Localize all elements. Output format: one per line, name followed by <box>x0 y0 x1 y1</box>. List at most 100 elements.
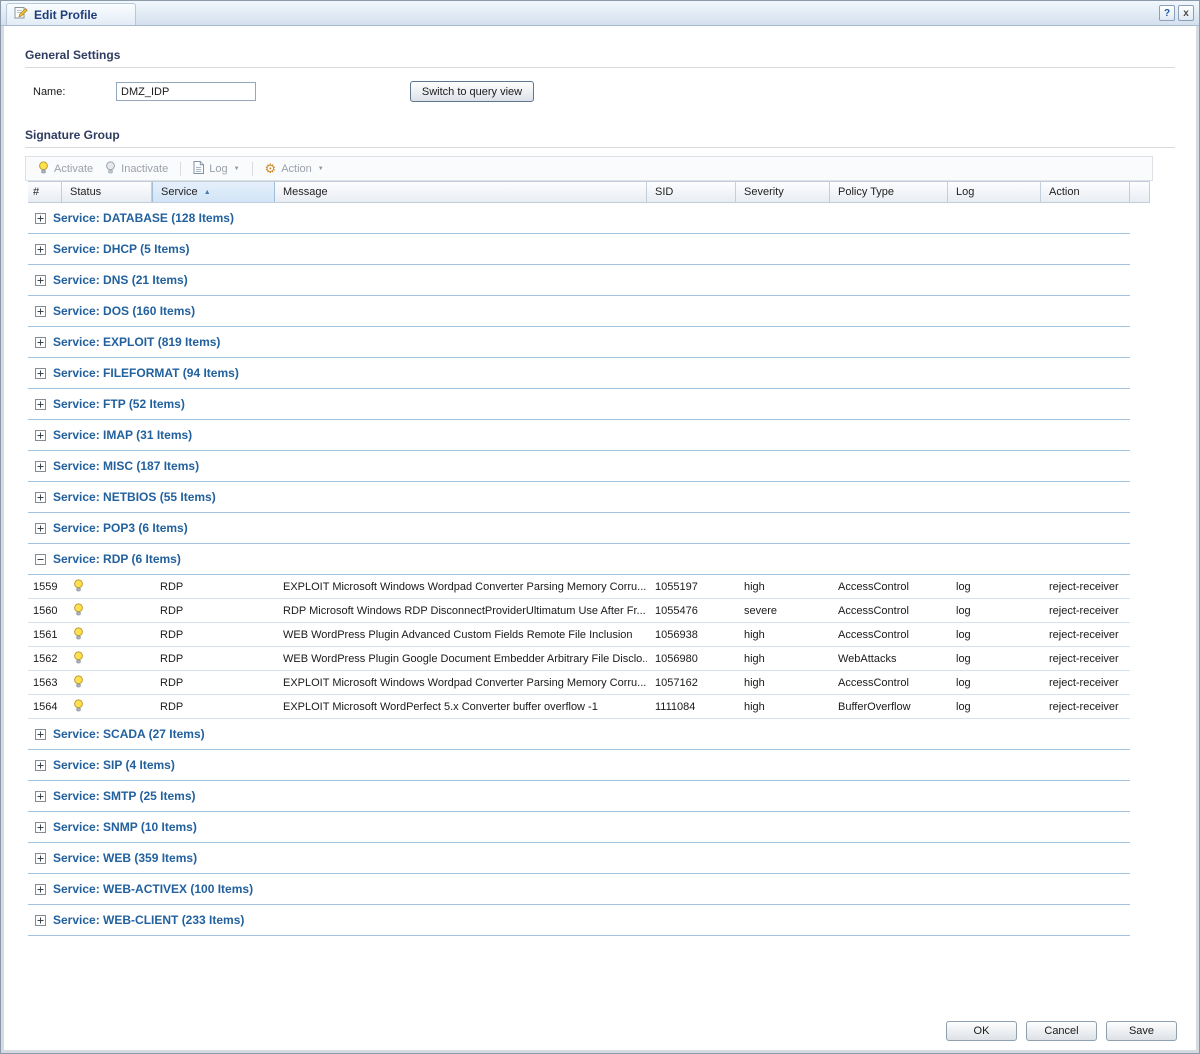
cell-message: RDP Microsoft Windows RDP DisconnectProv… <box>283 604 646 617</box>
close-button[interactable]: x <box>1178 5 1194 21</box>
column-header-sid[interactable]: SID <box>647 182 736 202</box>
dropdown-caret-icon: ▼ <box>233 165 240 172</box>
group-label: Service: SNMP (10 Items) <box>53 820 197 834</box>
group-label: Service: MISC (187 Items) <box>53 459 200 473</box>
expand-icon[interactable] <box>35 305 46 317</box>
expand-icon[interactable] <box>35 336 46 348</box>
column-header-action[interactable]: Action <box>1041 182 1130 202</box>
help-button[interactable]: ? <box>1159 5 1175 21</box>
signature-group-row[interactable]: Service: SCADA (27 Items) <box>28 719 1130 750</box>
column-label: # <box>33 186 40 198</box>
signature-row[interactable]: 1562 RDP WEB WordPress Plugin Google Docum… <box>28 647 1130 671</box>
expand-icon[interactable] <box>35 274 46 286</box>
header-scrollbar-spacer <box>1130 182 1150 202</box>
cell-number: 1562 <box>33 652 58 665</box>
column-header-log[interactable]: Log <box>948 182 1041 202</box>
expand-icon[interactable] <box>35 460 46 472</box>
expand-icon[interactable] <box>35 429 46 441</box>
expand-icon[interactable] <box>35 491 46 503</box>
switch-to-query-view-button[interactable]: Switch to query view <box>410 81 534 102</box>
signature-group-row[interactable]: Service: SIP (4 Items) <box>28 750 1130 781</box>
expand-icon[interactable] <box>35 243 46 255</box>
signature-group-row[interactable]: Service: WEB (359 Items) <box>28 843 1130 874</box>
bulb-off-icon <box>105 160 116 177</box>
column-header-message[interactable]: Message <box>275 182 647 202</box>
column-header-status[interactable]: Status <box>62 182 152 202</box>
signature-group-row[interactable]: Service: DATABASE (128 Items) <box>28 203 1130 234</box>
inactivate-tool-button[interactable]: Inactivate <box>105 160 168 177</box>
expand-icon[interactable] <box>35 522 46 534</box>
column-header-number[interactable]: # <box>28 182 62 202</box>
expand-icon[interactable] <box>35 398 46 410</box>
section-divider <box>25 67 1175 68</box>
cell-number: 1559 <box>33 580 58 593</box>
cell-action: reject-receiver <box>1049 652 1119 665</box>
expand-icon[interactable] <box>35 212 46 224</box>
signature-group-row[interactable]: Service: IMAP (31 Items) <box>28 420 1130 451</box>
expand-icon[interactable] <box>35 759 46 771</box>
general-settings-heading: General Settings <box>25 48 121 62</box>
action-tool-button[interactable]: ⚙ Action ▼ <box>265 162 324 176</box>
status-active-bulb-icon <box>73 698 84 715</box>
cell-sid: 1056980 <box>655 652 698 665</box>
column-header-service[interactable]: Service ▲ <box>152 182 275 202</box>
cell-message: WEB WordPress Plugin Advanced Custom Fie… <box>283 628 633 641</box>
expand-icon[interactable] <box>35 883 46 895</box>
cell-service: RDP <box>160 580 184 593</box>
collapse-icon[interactable] <box>35 553 46 565</box>
edit-pencil-icon <box>14 5 28 24</box>
dialog-content: General Settings Name: Switch to query v… <box>1 48 1199 936</box>
group-label: Service: NETBIOS (55 Items) <box>53 490 216 504</box>
expand-icon[interactable] <box>35 821 46 833</box>
signature-row[interactable]: 1564 RDP EXPLOIT Microsoft WordPerfect 5.x… <box>28 695 1130 719</box>
expand-icon[interactable] <box>35 367 46 379</box>
expand-icon[interactable] <box>35 790 46 802</box>
column-header-policy-type[interactable]: Policy Type <box>830 182 948 202</box>
cell-number: 1560 <box>33 604 58 617</box>
signature-group-row[interactable]: Service: SMTP (25 Items) <box>28 781 1130 812</box>
cancel-button[interactable]: Cancel <box>1026 1021 1097 1041</box>
signature-group-row[interactable]: Service: MISC (187 Items) <box>28 451 1130 482</box>
cell-service: RDP <box>160 628 184 641</box>
signature-group-row[interactable]: Service: RDP (6 Items) <box>28 544 1130 575</box>
signature-group-row[interactable]: Service: FILEFORMAT (94 Items) <box>28 358 1130 389</box>
signature-group-row[interactable]: Service: NETBIOS (55 Items) <box>28 482 1130 513</box>
column-header-severity[interactable]: Severity <box>736 182 830 202</box>
signature-group-row[interactable]: Service: EXPLOIT (819 Items) <box>28 327 1130 358</box>
signature-group-row[interactable]: Service: DOS (160 Items) <box>28 296 1130 327</box>
expand-icon[interactable] <box>35 728 46 740</box>
tool-label: Activate <box>54 162 94 175</box>
cell-policy-type: AccessControl <box>838 676 909 689</box>
cell-action: reject-receiver <box>1049 700 1119 713</box>
signature-row[interactable]: 1563 RDP EXPLOIT Microsoft Windows Wordpad… <box>28 671 1130 695</box>
signature-group-row[interactable]: Service: WEB-ACTIVEX (100 Items) <box>28 874 1130 905</box>
expand-icon[interactable] <box>35 852 46 864</box>
log-icon <box>193 160 205 177</box>
dialog-footer: OK Cancel Save <box>946 1021 1177 1041</box>
group-label: Service: FTP (52 Items) <box>53 397 185 411</box>
signature-row[interactable]: 1559 RDP EXPLOIT Microsoft Windows Wordpad… <box>28 575 1130 599</box>
signature-group-row[interactable]: Service: DNS (21 Items) <box>28 265 1130 296</box>
log-tool-button[interactable]: Log ▼ <box>193 160 240 177</box>
name-input[interactable] <box>116 82 256 101</box>
signature-group-row[interactable]: Service: FTP (52 Items) <box>28 389 1130 420</box>
cell-policy-type: AccessControl <box>838 580 909 593</box>
signature-grid-panel: Activate Inactivate Log ▼ ⚙ Action ▼ # Status Se… <box>25 156 1153 936</box>
signature-row[interactable]: 1561 RDP WEB WordPress Plugin Advanced Cus… <box>28 623 1130 647</box>
group-label: Service: DATABASE (128 Items) <box>53 211 234 225</box>
cell-sid: 1056938 <box>655 628 698 641</box>
ok-button[interactable]: OK <box>946 1021 1017 1041</box>
cell-status <box>62 671 152 694</box>
signature-group-row[interactable]: Service: WEB-CLIENT (233 Items) <box>28 905 1130 936</box>
cell-action: reject-receiver <box>1049 676 1119 689</box>
cell-severity: high <box>744 652 765 665</box>
signature-group-row[interactable]: Service: SNMP (10 Items) <box>28 812 1130 843</box>
signature-group-row[interactable]: Service: DHCP (5 Items) <box>28 234 1130 265</box>
activate-tool-button[interactable]: Activate <box>38 160 94 177</box>
save-button[interactable]: Save <box>1106 1021 1177 1041</box>
signature-group-row[interactable]: Service: POP3 (6 Items) <box>28 513 1130 544</box>
signature-toolbar: Activate Inactivate Log ▼ ⚙ Action ▼ <box>25 156 1153 181</box>
expand-icon[interactable] <box>35 914 46 926</box>
signature-row[interactable]: 1560 RDP RDP Microsoft Windows RDP Disconn… <box>28 599 1130 623</box>
cell-log: log <box>956 580 971 593</box>
